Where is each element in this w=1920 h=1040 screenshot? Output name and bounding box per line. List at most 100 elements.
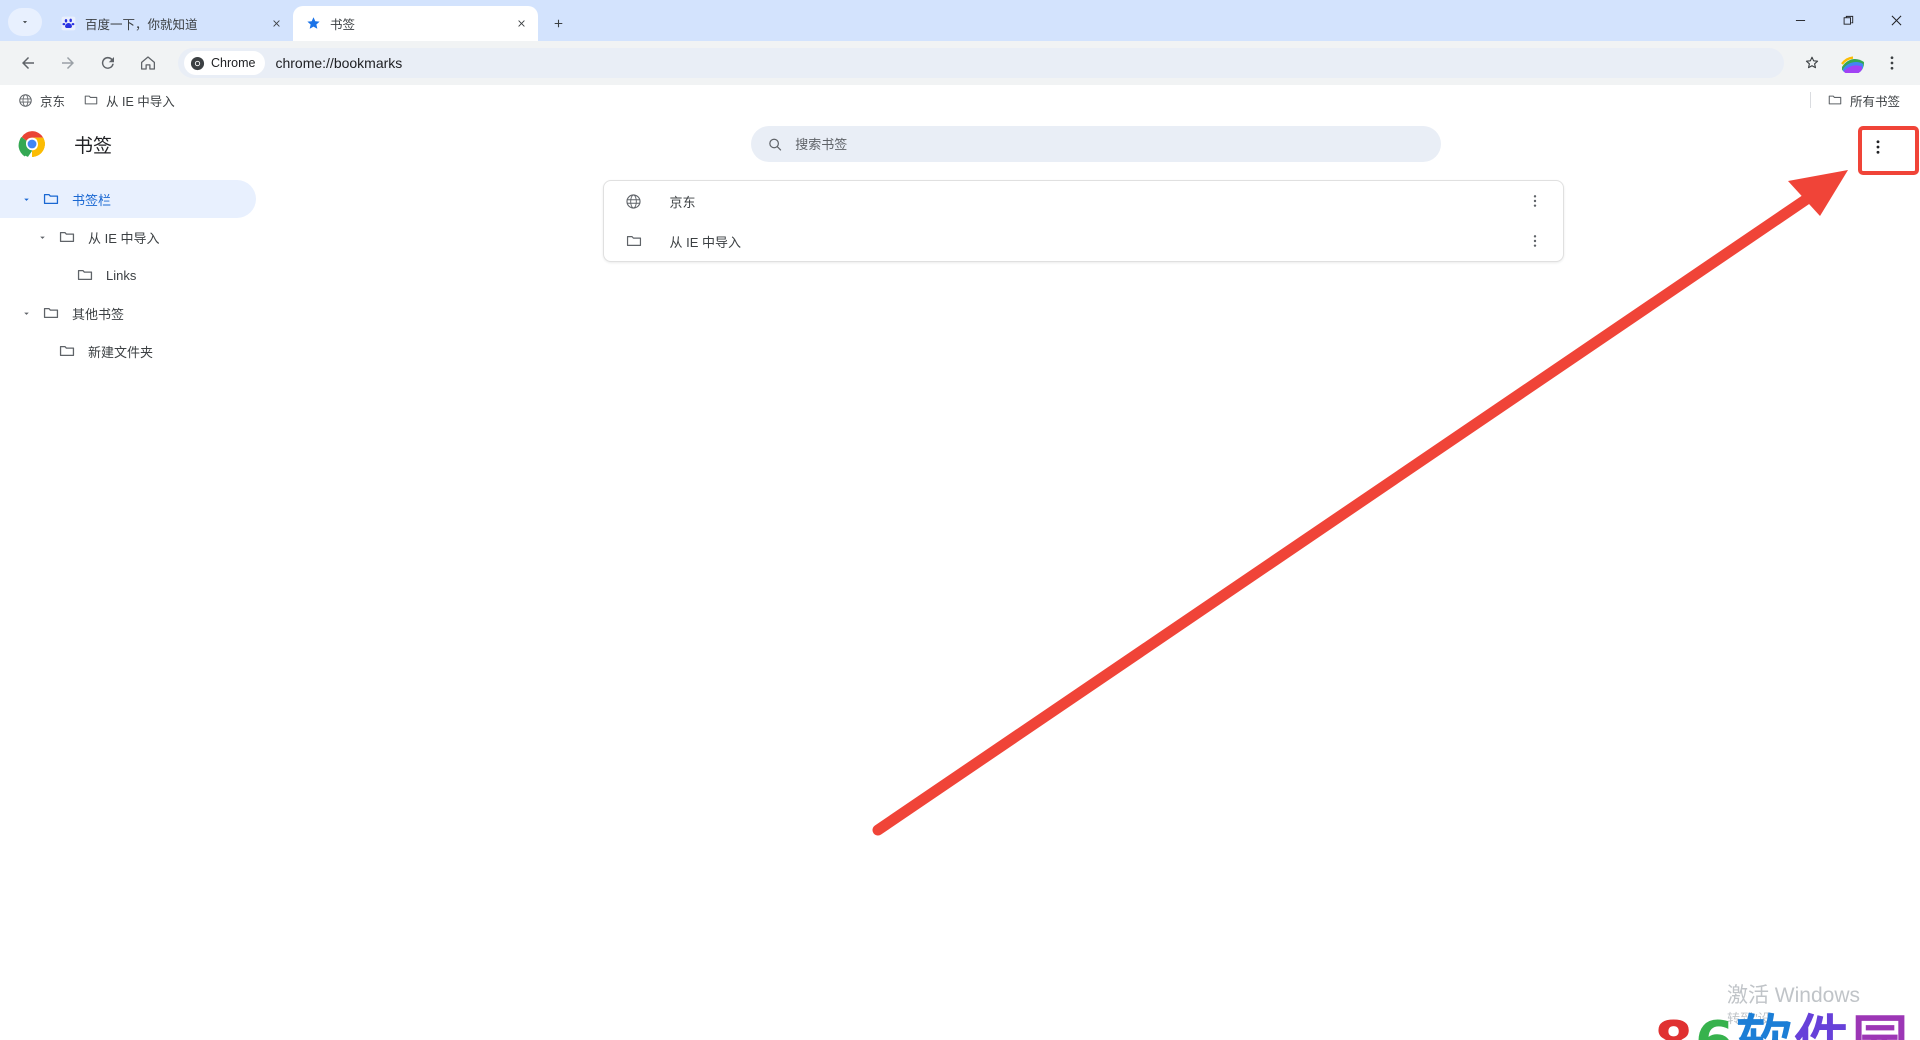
search-field[interactable] xyxy=(751,126,1441,162)
folder-icon xyxy=(58,228,76,246)
chrome-origin-chip: Chrome xyxy=(184,51,266,75)
address-bar[interactable]: Chrome chrome://bookmarks xyxy=(178,48,1784,78)
watermark-char: 园 xyxy=(1852,1010,1910,1040)
chrome-logo-icon xyxy=(190,56,205,70)
reload-icon xyxy=(101,56,114,69)
watermark-char: 6 xyxy=(1695,1010,1736,1040)
search-bookmarks xyxy=(751,126,1441,162)
home-icon xyxy=(140,56,156,70)
folder-icon xyxy=(58,342,76,360)
bookmark-star-favicon xyxy=(305,16,321,32)
chevron-down-icon[interactable] xyxy=(16,189,36,209)
profile-button[interactable] xyxy=(1836,47,1868,79)
forward-button[interactable] xyxy=(52,47,84,79)
more-vert-icon xyxy=(1890,56,1894,70)
folder-icon xyxy=(42,190,60,208)
tab-title: 百度一下，你就知道 xyxy=(85,18,198,32)
bookmark-list-card: 京东 从 IE 中导入 xyxy=(602,180,1564,262)
bookmark-bar-item-jingdong[interactable]: 京东 xyxy=(10,88,73,112)
bookmark-manager-body: 书签栏 从 IE 中导入 Links 其他书签 新建文件夹 京东 从 IE 中导… xyxy=(0,172,1920,370)
more-vert-icon xyxy=(1533,235,1536,247)
tab-close-icon[interactable] xyxy=(267,15,285,33)
sidebar-item-label: 其他书签 xyxy=(72,306,125,322)
sidebar-item-new-folder[interactable]: 新建文件夹 xyxy=(0,332,256,370)
star-icon xyxy=(1805,56,1819,69)
close-window-button[interactable] xyxy=(1872,0,1920,41)
table-row[interactable]: 从 IE 中导入 xyxy=(604,221,1563,261)
bookmark-row-label: 从 IE 中导入 xyxy=(669,234,742,250)
more-vert-icon xyxy=(1533,195,1536,207)
bookmarks-bar: 京东 从 IE 中导入 所有书签 xyxy=(0,85,1920,116)
chevron-down-icon xyxy=(22,21,28,24)
chrome-logo-icon xyxy=(18,130,46,158)
bookmark-bar-item-ie-import[interactable]: 从 IE 中导入 xyxy=(75,88,183,112)
bookmark-star-button[interactable] xyxy=(1796,47,1828,79)
tab-close-icon[interactable] xyxy=(512,15,530,33)
reload-button[interactable] xyxy=(92,47,124,79)
bookmark-bar-item-label: 京东 xyxy=(40,94,66,109)
sidebar-item-ie-import[interactable]: 从 IE 中导入 xyxy=(0,218,256,256)
sidebar-item-label: 新建文件夹 xyxy=(88,344,154,360)
folder-icon xyxy=(84,95,98,105)
folder-icon xyxy=(76,266,94,284)
table-row[interactable]: 京东 xyxy=(604,181,1563,221)
window-controls xyxy=(1776,0,1920,41)
search-input[interactable] xyxy=(795,136,1425,152)
chrome-chip-label: Chrome xyxy=(211,56,256,70)
sidebar-item-label: Links xyxy=(106,267,137,283)
tab-strip: 百度一下，你就知道 书签 xyxy=(0,0,1920,41)
more-options-button[interactable] xyxy=(1858,127,1898,167)
bookmark-bar-item-label: 从 IE 中导入 xyxy=(106,94,175,109)
browser-window: 百度一下，你就知道 书签 Chrome chrome://bookmarks 京… xyxy=(0,0,1920,1040)
back-button[interactable] xyxy=(12,47,44,79)
site-watermark: 86软件园 xyxy=(1654,997,1910,1040)
bookmark-manager-page: 书签 搜索书签 书签栏 从 IE 中导入 Links 其他书签 新建文件夹 京东… xyxy=(0,116,1920,1040)
browser-toolbar: Chrome chrome://bookmarks xyxy=(0,41,1920,85)
maximize-restore-button[interactable] xyxy=(1824,0,1872,41)
chevron-down-icon[interactable] xyxy=(16,303,36,323)
folder-icon xyxy=(624,231,644,251)
divider xyxy=(1809,92,1811,108)
back-icon xyxy=(22,57,34,69)
watermark-char: 8 xyxy=(1654,1010,1695,1040)
tab-bookmarks[interactable]: 书签 xyxy=(293,6,538,41)
row-more-options-button[interactable] xyxy=(1521,187,1549,215)
sidebar-item-other-bookmarks[interactable]: 其他书签 xyxy=(0,294,256,332)
sidebar-item-label: 从 IE 中导入 xyxy=(88,230,160,246)
sidebar-item-label: 书签栏 xyxy=(72,192,112,208)
all-bookmarks-button[interactable]: 所有书签 xyxy=(1819,88,1908,112)
sidebar-item-links[interactable]: Links xyxy=(0,256,256,294)
more-vert-icon xyxy=(1876,140,1880,154)
new-tab-button[interactable] xyxy=(544,9,572,37)
forward-icon xyxy=(62,57,74,69)
row-more-options-button[interactable] xyxy=(1521,227,1549,255)
chrome-menu-button[interactable] xyxy=(1876,47,1908,79)
baidu-favicon xyxy=(60,16,76,32)
tab-baidu[interactable]: 百度一下，你就知道 xyxy=(48,6,293,41)
bookmark-list-area: 京东 从 IE 中导入 xyxy=(256,172,1920,370)
globe-icon xyxy=(624,191,644,211)
search-icon xyxy=(769,138,782,151)
sidebar-item-bookmarks-bar[interactable]: 书签栏 xyxy=(0,180,256,218)
avatar xyxy=(1840,51,1864,75)
bookmarks-bar-right: 所有书签 xyxy=(1809,88,1910,112)
watermark-char: 件 xyxy=(1794,1010,1852,1040)
tab-search-button[interactable] xyxy=(8,8,42,36)
plus-icon xyxy=(554,19,562,27)
watermark-char: 软 xyxy=(1736,1010,1794,1040)
chevron-down-icon[interactable] xyxy=(32,227,52,247)
toolbar-right-actions xyxy=(1792,47,1912,79)
home-button[interactable] xyxy=(132,47,164,79)
tab-title: 书签 xyxy=(330,18,356,32)
bookmark-manager-menu xyxy=(1855,124,1901,170)
all-bookmarks-label: 所有书签 xyxy=(1849,94,1900,109)
bookmark-row-label: 京东 xyxy=(669,194,696,210)
minimize-button[interactable] xyxy=(1776,0,1824,41)
bookmark-tree-sidebar: 书签栏 从 IE 中导入 Links 其他书签 新建文件夹 xyxy=(0,172,256,370)
folder-icon xyxy=(42,304,60,322)
bookmark-manager-header: 书签 xyxy=(0,116,1920,172)
globe-icon xyxy=(19,93,32,107)
folder-icon xyxy=(1828,95,1842,105)
page-title: 书签 xyxy=(74,135,113,157)
address-bar-url: chrome://bookmarks xyxy=(275,55,403,71)
